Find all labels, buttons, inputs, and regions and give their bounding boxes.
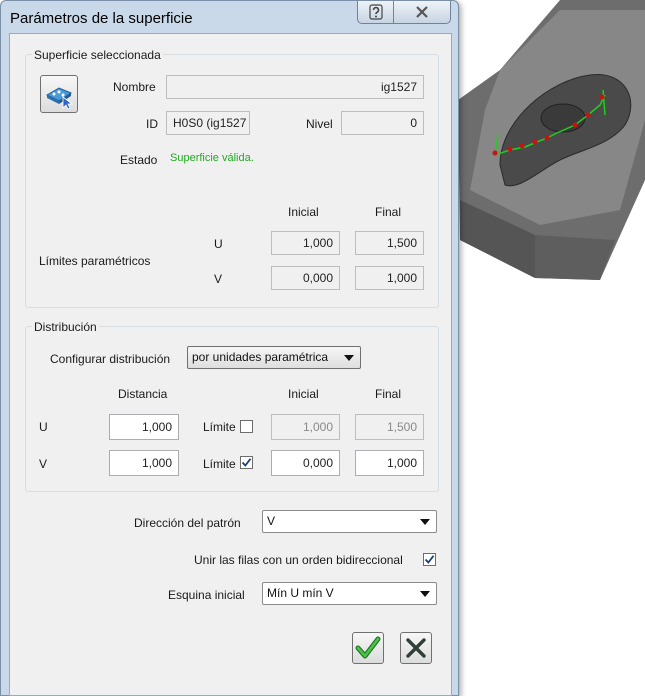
checkmark-icon <box>424 555 435 564</box>
surface-parameters-dialog: Parámetros de la superficie Superficie s… <box>0 0 459 696</box>
limits-v-initial-field: 0,000 <box>271 266 340 290</box>
u-distance-input[interactable]: 1,000 <box>109 414 179 440</box>
configure-distribution-dropdown[interactable]: por unidades paramétrica <box>187 346 361 369</box>
limits-u-label: U <box>214 237 223 251</box>
help-button[interactable] <box>357 1 395 24</box>
dist-u-label: U <box>39 420 48 434</box>
select-surface-icon <box>45 87 74 109</box>
chevron-down-icon <box>344 355 354 361</box>
configure-distribution-value: por unidades paramétrica <box>192 350 329 364</box>
question-mark-icon <box>369 4 383 20</box>
green-check-icon <box>355 636 381 659</box>
limits-u-initial-field: 1,000 <box>271 231 340 255</box>
v-initial-input[interactable]: 0,000 <box>271 450 340 476</box>
distance-column-header: Distancia <box>118 387 168 401</box>
close-x-icon <box>416 6 428 18</box>
close-button[interactable] <box>393 1 451 24</box>
u-final-input[interactable]: 1,500 <box>355 414 424 440</box>
chevron-down-icon <box>420 591 430 597</box>
final-column-header: Final <box>375 205 402 219</box>
level-label: Nivel <box>306 117 333 131</box>
3d-model-render <box>458 0 645 280</box>
chevron-down-icon <box>420 519 430 525</box>
ok-button[interactable] <box>352 632 384 664</box>
start-corner-label: Esquina inicial <box>168 588 245 602</box>
u-limit-checkbox[interactable] <box>240 420 253 433</box>
dark-x-icon <box>406 638 426 658</box>
distribution-group-title: Distribución <box>32 320 99 334</box>
configure-distribution-label: Configurar distribución <box>50 352 171 366</box>
pattern-direction-dropdown[interactable]: V <box>262 510 437 533</box>
u-initial-input[interactable]: 1,000 <box>271 414 340 440</box>
state-value: Superficie válida. <box>170 152 254 164</box>
pattern-direction-value: V <box>267 514 276 528</box>
selected-surface-group-title: Superficie seleccionada <box>32 48 163 62</box>
dist-initial-column-header: Inicial <box>288 387 319 401</box>
3d-viewport[interactable] <box>440 0 645 290</box>
id-field: H0S0 (ig1527 <box>166 111 250 135</box>
limits-u-final-field: 1,500 <box>355 231 424 255</box>
v-distance-input[interactable]: 1,000 <box>109 450 179 476</box>
v-limit-label: Límite <box>203 457 236 471</box>
distribution-group: Distribución Configurar distribución por… <box>25 320 439 492</box>
u-limit-label: Límite <box>203 420 236 434</box>
limits-v-final-field: 1,000 <box>355 266 424 290</box>
v-limit-checkbox[interactable] <box>240 456 253 469</box>
dialog-body: Superficie seleccionada Nombre ig1527 ID… <box>9 33 452 696</box>
parametric-limits-label: Límites paramétricos <box>39 254 151 268</box>
title-bar[interactable]: Parámetros de la superficie <box>1 1 458 33</box>
initial-column-header: Inicial <box>288 205 319 219</box>
id-label: ID <box>146 117 158 131</box>
name-field: ig1527 <box>166 75 424 99</box>
dialog-title: Parámetros de la superficie <box>10 10 193 27</box>
cancel-button[interactable] <box>400 632 432 664</box>
dist-final-column-header: Final <box>375 387 402 401</box>
bidirectional-checkbox[interactable] <box>423 553 436 566</box>
selected-surface-group: Superficie seleccionada Nombre ig1527 ID… <box>25 48 439 308</box>
v-final-input[interactable]: 1,000 <box>355 450 424 476</box>
limits-v-label: V <box>214 272 223 286</box>
start-corner-dropdown[interactable]: Mín U mín V <box>262 582 437 605</box>
dist-v-label: V <box>39 457 48 471</box>
name-label: Nombre <box>113 80 156 94</box>
checkmark-icon <box>241 458 252 467</box>
bidirectional-label: Unir las filas con un orden bidirecciona… <box>194 553 403 567</box>
select-surface-button[interactable] <box>40 75 78 113</box>
start-corner-value: Mín U mín V <box>267 586 334 600</box>
level-field: 0 <box>341 111 424 135</box>
state-label: Estado <box>120 153 158 167</box>
pattern-direction-label: Dirección del patrón <box>134 516 241 530</box>
